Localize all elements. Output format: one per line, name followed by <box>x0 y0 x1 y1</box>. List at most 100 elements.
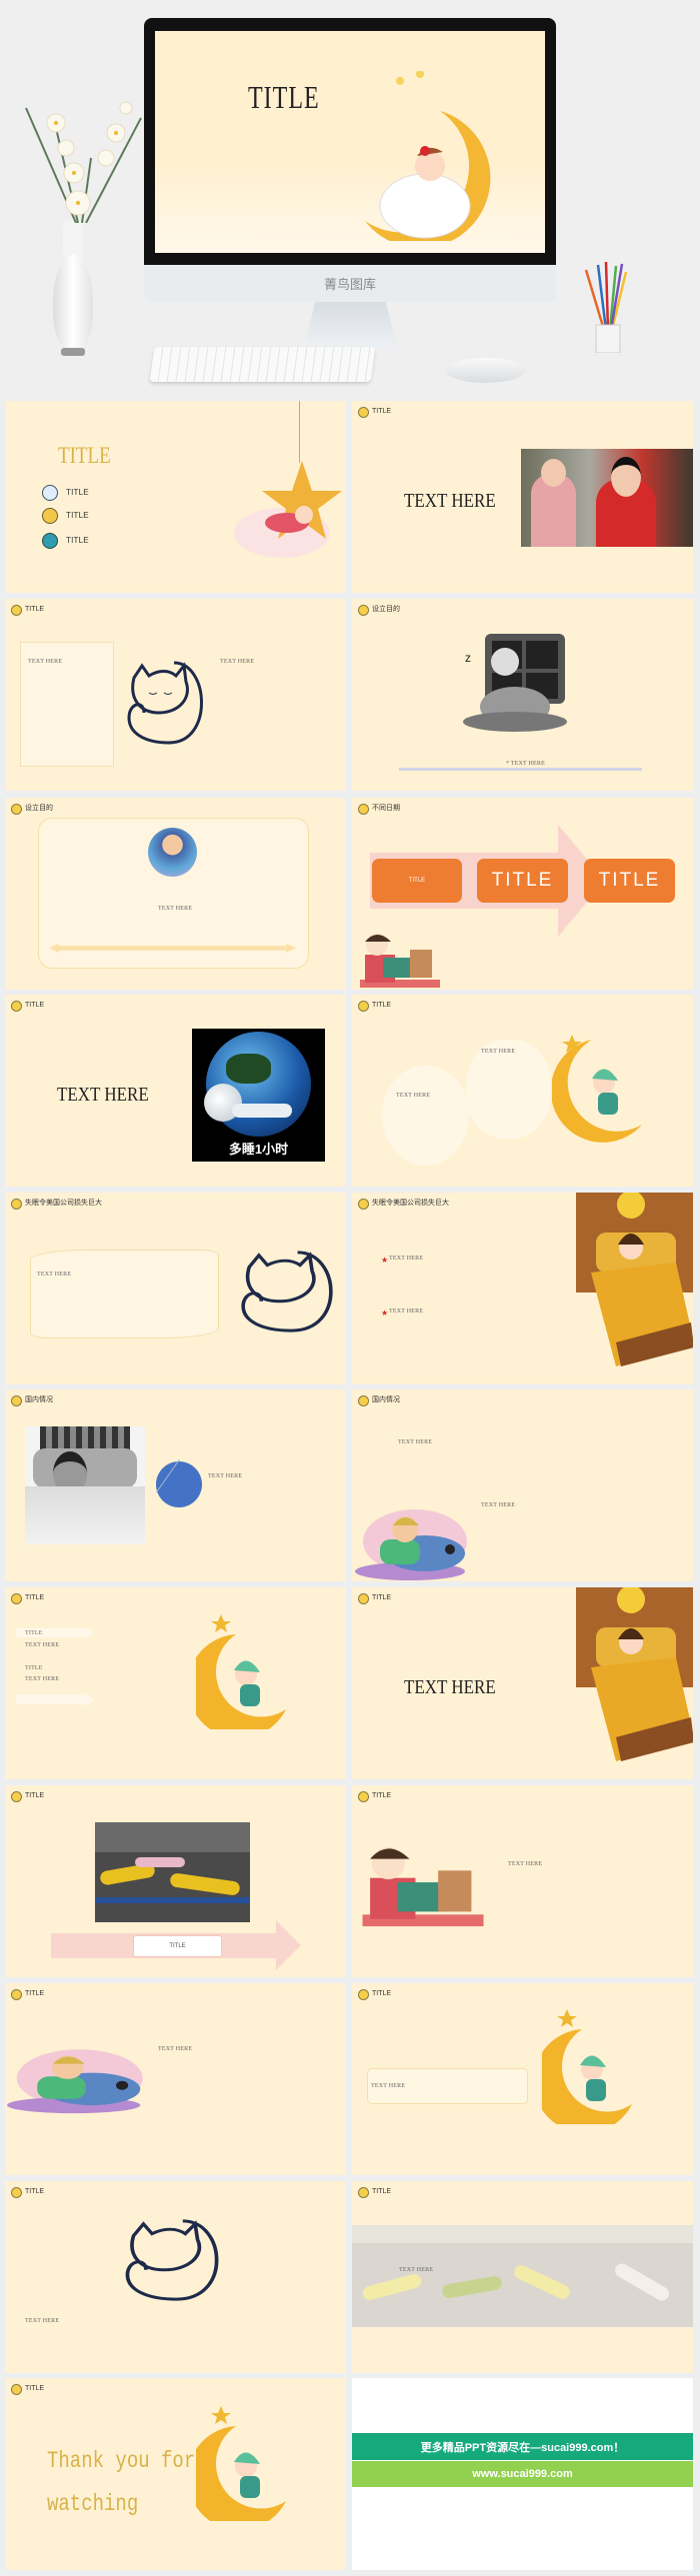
slide-20[interactable]: TITLE TEXT HERE <box>352 2181 693 2373</box>
white-arrow <box>16 1692 94 1706</box>
image-caption: 多睡1小时 <box>228 1142 289 1157</box>
slide-text: TEXT HERE <box>37 1272 72 1278</box>
slide-header: TITLE <box>25 606 45 613</box>
pie-circle <box>156 1461 202 1507</box>
slide-header: 国内情况 <box>25 1396 53 1403</box>
sleeping-boy-image <box>148 828 197 877</box>
slide-header: TITLE <box>25 2188 45 2195</box>
slide-header: TITLE <box>25 1594 45 1601</box>
thank-you-line: watching <box>47 2490 139 2518</box>
slide-8[interactable]: TITLE TEXT HERE TEXT HERE <box>352 995 693 1187</box>
monitor-stand <box>304 302 397 348</box>
boy-sleeping-on-dog-illustration <box>7 2049 143 2114</box>
slide-1[interactable]: TITLE TITLE TITLE TITLE <box>5 401 346 593</box>
star-baby-illustration <box>234 461 342 558</box>
moon-planet-icon <box>42 485 58 501</box>
earth-sleep-image: 多睡1小时 <box>192 1029 325 1162</box>
street-sleeping-event-photo <box>95 1822 250 1922</box>
hero-mockup: TITLE 菁鸟图库 <box>0 0 700 398</box>
slide-19[interactable]: TITLE TEXT HERE <box>5 2181 346 2373</box>
star-bullet-icon: ★ <box>381 1256 389 1265</box>
monitor-screen: TITLE <box>155 31 545 253</box>
step-label: TITLE <box>598 870 661 891</box>
planet-icon <box>11 1989 22 2000</box>
slide-12[interactable]: 国内情况 TEXT HERE TEXT HERE <box>352 1389 693 1581</box>
slide-3[interactable]: TITLE TEXT HERE TEXT HERE <box>5 599 346 791</box>
sleeping-monkey-window-illustration: z <box>463 634 567 732</box>
pencil-cup <box>576 260 636 354</box>
planet-icon <box>11 2187 22 2198</box>
planet-icon <box>358 804 369 815</box>
slide-text: * TEXT HERE <box>506 761 545 767</box>
saturn-icon <box>42 508 58 524</box>
arrow-line <box>399 768 642 771</box>
promo-banner[interactable]: 更多精品PPT资源尽在—sucai999.com！ <box>352 2433 693 2460</box>
brand-label: 菁鸟图库 <box>323 277 376 292</box>
slide-text: TEXT HERE <box>404 1675 496 1698</box>
slide-text: TEXT HERE <box>158 2046 193 2052</box>
girl-in-bed-illustration <box>576 1587 693 1761</box>
slide-6[interactable]: 不同日期 TITLE TITLE TITLE <box>352 798 693 990</box>
slide-5[interactable]: 设立目的 TEXT HERE <box>5 798 346 990</box>
promo-url-banner[interactable]: www.sucai999.com <box>352 2461 693 2487</box>
step-label: TITLE <box>408 878 426 884</box>
slide-13[interactable]: TITLE TITLE TEXT HERE TITLE TEXT HERE <box>5 1587 346 1779</box>
star-bullet-icon: ★ <box>381 1308 389 1317</box>
item-text: TEXT HERE <box>25 1642 60 1648</box>
slide-text: TEXT HERE <box>28 659 63 665</box>
sleeping-cat-illustration <box>127 661 203 745</box>
slide-17[interactable]: TITLE TEXT HERE <box>5 1983 346 2175</box>
list-item-label: TITLE <box>66 488 89 497</box>
svg-text:z: z <box>465 651 471 665</box>
slide-header: TITLE <box>372 1594 392 1601</box>
slide-header: TITLE <box>372 1002 392 1009</box>
flower-vase <box>51 220 96 362</box>
promo-text: 更多精品PPT资源尽在—sucai999.com！ <box>420 2441 625 2454</box>
slide-7[interactable]: TITLE TEXT HERE 多睡1小时 <box>5 995 346 1187</box>
slide-header: TITLE <box>372 408 392 415</box>
planet-icon <box>11 804 22 815</box>
boy-sleeping-on-dog-illustration <box>355 1509 467 1580</box>
monitor: TITLE 菁鸟图库 <box>144 18 556 302</box>
slide-header: 失眠令美国公司损失巨大 <box>25 1200 102 1207</box>
slide-text: TEXT HERE <box>389 1256 424 1262</box>
slide-header: TITLE <box>25 1002 45 1009</box>
slide-10[interactable]: 失眠令美国公司损失巨大 ★ TEXT HERE ★ TEXT HERE <box>352 1193 693 1384</box>
planet-icon <box>358 407 369 418</box>
child-in-bed-grayscale-image <box>25 1426 145 1544</box>
item-text: TEXT HERE <box>25 1676 60 1682</box>
slide-11[interactable]: 国内情况 TEXT HERE <box>5 1389 346 1581</box>
slide-text: TEXT HERE <box>481 1049 516 1055</box>
moon-boy-illustration <box>196 1614 286 1729</box>
slide-4[interactable]: 设立目的 z * TEXT HERE <box>352 599 693 791</box>
step-box-3[interactable]: TITLE <box>584 859 675 903</box>
sleeping-children-photo <box>521 449 693 547</box>
slide-text: TEXT HERE <box>399 2267 434 2273</box>
slide-16[interactable]: TITLE TEXT HERE <box>352 1785 693 1977</box>
sleeping-cat-illustration <box>125 2219 219 2301</box>
step-label: TITLE <box>491 870 554 891</box>
slide-text: TEXT HERE <box>396 1093 431 1099</box>
planet-icon <box>11 1395 22 1406</box>
slide-9[interactable]: 失眠令美国公司损失巨大 TEXT HERE <box>5 1193 346 1384</box>
step-box-1[interactable]: TITLE <box>372 859 462 903</box>
slide-header: 不同日期 <box>372 805 400 812</box>
slide-header: TITLE <box>25 1792 45 1799</box>
step-box-2[interactable]: TITLE <box>477 859 568 903</box>
slide-14[interactable]: TITLE TEXT HERE <box>352 1587 693 1779</box>
slide-header: 失眠令美国公司损失巨大 <box>372 1200 449 1207</box>
planet-icon <box>11 1001 22 1012</box>
label-text: TITLE <box>169 1943 186 1949</box>
slide-title: TITLE <box>58 443 111 469</box>
slide-2[interactable]: TITLE TEXT HERE <box>352 401 693 593</box>
slide-21[interactable]: TITLE Thank you for watching <box>5 2378 346 2570</box>
slide-22-promo[interactable]: 更多精品PPT资源尽在—sucai999.com！ www.sucai999.c… <box>352 2378 693 2570</box>
slide-18[interactable]: TITLE TEXT HERE <box>352 1983 693 2175</box>
promo-url[interactable]: www.sucai999.com <box>472 2468 572 2480</box>
planet-icon <box>11 2384 22 2395</box>
sleeping-cat-illustration <box>241 1251 333 1332</box>
label-box: TITLE <box>133 1935 222 1957</box>
slide-15[interactable]: TITLE TITLE <box>5 1785 346 1977</box>
keyboard <box>149 347 376 382</box>
planet-icon <box>11 605 22 616</box>
